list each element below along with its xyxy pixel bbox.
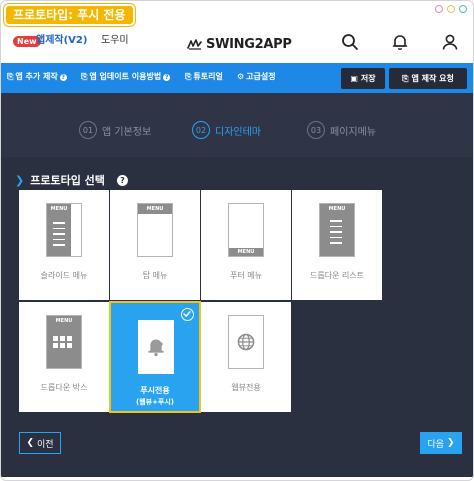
menu-tag: MENU	[138, 204, 172, 214]
window-dot-yellow[interactable]	[447, 5, 455, 13]
app-window: 프로토타입: 푸시 전용 New 앱제작(V2) 도우미 SWING2APP ⎘…	[0, 0, 474, 481]
prototype-dropdown-box[interactable]: MENU 드롭다운 박스	[19, 302, 109, 412]
webview-preview-icon	[228, 315, 264, 369]
prototype-footer-menu[interactable]: MENU 푸터 메뉴	[201, 190, 291, 300]
section-title: ❯ 프로토타입 선택 ?	[15, 172, 128, 188]
check-icon	[181, 308, 194, 321]
prototype-slide-menu[interactable]: MENU 슬라이드 메뉴	[19, 190, 109, 300]
app-request-button-label: 앱 제작 요청	[411, 74, 454, 83]
window-dot-teal[interactable]	[459, 5, 467, 13]
step-number: 03	[307, 121, 325, 139]
top-menu-preview-icon: MENU	[137, 203, 173, 257]
step-page-menu[interactable]: 03 페이지메뉴	[307, 121, 376, 139]
window-dot-pink[interactable]	[435, 5, 443, 13]
logo-mark-icon	[187, 39, 202, 50]
step-label: 앱 기본정보	[102, 126, 152, 138]
steps-indicator: 01 앱 기본정보 02 디자인테마 03 페이지메뉴	[1, 93, 473, 157]
nav-app-make[interactable]: 앱제작(V2)	[36, 35, 87, 47]
dropdown-list-preview-icon: MENU	[319, 203, 355, 257]
chevron-left-icon: ❮	[26, 438, 34, 448]
grid-icon	[53, 336, 72, 348]
toolbar-update-guide-label: 앱 업데이트 이용방법	[89, 72, 162, 81]
prototype-label: 푸터 메뉴	[230, 271, 262, 280]
top-nav: New 앱제작(V2) 도우미 SWING2APP	[1, 27, 473, 63]
window-title: 프로토타입: 푸시 전용	[4, 4, 135, 26]
link-icon: ⎘	[7, 72, 14, 81]
push-preview-icon	[138, 320, 174, 374]
request-icon: ⎘	[402, 73, 409, 83]
prototype-label: 웹뷰전용	[231, 383, 261, 392]
gear-icon: ⚙	[237, 72, 245, 81]
help-icon[interactable]: ?	[59, 73, 67, 81]
dropdown-box-preview-icon: MENU	[46, 315, 82, 369]
toolbar-update-guide[interactable]: ⎘ 앱 업데이트 이용방법 ?	[81, 72, 171, 82]
step-number: 01	[79, 121, 97, 139]
save-icon: ▣	[350, 74, 358, 83]
menu-tag: MENU	[47, 316, 81, 326]
prototype-push-only[interactable]: 푸시전용 (웹뷰+푸시)	[109, 301, 201, 413]
prototype-label: 드롭다운 박스	[40, 383, 88, 392]
save-button[interactable]: ▣ 저장	[341, 68, 385, 89]
prototype-label: 탑 메뉴	[142, 271, 168, 280]
prototype-label: 드롭다운 리스트	[309, 271, 365, 280]
prototype-dropdown-list[interactable]: MENU 드롭다운 리스트	[292, 190, 382, 300]
user-icon[interactable]	[441, 33, 459, 51]
window-controls	[435, 5, 467, 13]
toolbar-advanced[interactable]: ⚙ 고급설정	[237, 72, 276, 82]
next-button-label: 다음	[427, 439, 444, 450]
link-icon: ⎘	[185, 72, 192, 81]
step-label: 페이지메뉴	[330, 126, 376, 138]
dropdown-list-body	[320, 214, 354, 256]
toolbar-add-app-label: 앱 추가 제작	[15, 72, 58, 81]
dropdown-box-body	[47, 326, 81, 368]
toolbar-tutorial-label: 튜토리얼	[193, 72, 223, 81]
main-content: 01 앱 기본정보 02 디자인테마 03 페이지메뉴 ❯ 프로토타입 선택 ?…	[1, 93, 473, 477]
menu-lines-icon	[53, 222, 65, 250]
footer-menu-preview-icon: MENU	[228, 203, 264, 257]
prototype-top-menu[interactable]: MENU 탑 메뉴	[110, 190, 200, 300]
step-basic-info[interactable]: 01 앱 기본정보	[79, 121, 151, 139]
app-request-button[interactable]: ⎘ 앱 제작 요청	[389, 68, 467, 89]
toolbar-add-app[interactable]: ⎘ 앱 추가 제작 ?	[7, 72, 67, 82]
toolbar-advanced-label: 고급설정	[246, 72, 276, 81]
step-number: 02	[192, 121, 210, 139]
logo[interactable]: SWING2APP	[187, 35, 292, 53]
prev-button-label: 이전	[36, 439, 54, 450]
menu-tag: MENU	[229, 248, 263, 256]
step-label: 디자인테마	[215, 126, 261, 138]
prototype-sublabel: (웹뷰+푸시)	[135, 398, 175, 406]
help-icon[interactable]: ?	[116, 174, 128, 186]
prototype-label: 푸시전용	[140, 386, 170, 395]
logo-text: SWING2APP	[206, 36, 292, 52]
slide-menu-preview-icon: MENU	[46, 203, 82, 257]
prev-button[interactable]: ❮ 이전	[19, 432, 61, 454]
globe-icon	[237, 333, 255, 351]
menu-lines-icon	[330, 220, 342, 248]
help-icon[interactable]: ?	[163, 73, 171, 81]
chevron-right-icon: ❯	[15, 173, 25, 187]
section-title-text: 프로토타입 선택	[30, 174, 105, 187]
menu-tag: MENU	[320, 204, 354, 214]
nav-help[interactable]: 도우미	[101, 35, 129, 47]
chevron-right-icon: ❯	[447, 438, 455, 448]
link-icon: ⎘	[81, 72, 88, 81]
next-button[interactable]: 다음 ❯	[420, 432, 462, 454]
bell-icon[interactable]	[391, 33, 409, 51]
search-icon[interactable]	[341, 33, 359, 51]
prototype-label: 슬라이드 메뉴	[40, 271, 88, 280]
save-button-label: 저장	[360, 74, 376, 83]
step-design-theme[interactable]: 02 디자인테마	[192, 121, 261, 139]
toolbar: ⎘ 앱 추가 제작 ? ⎘ 앱 업데이트 이용방법 ? ⎘ 튜토리얼 ⚙ 고급설…	[1, 63, 473, 93]
prototype-webview-only[interactable]: 웹뷰전용	[201, 302, 291, 412]
bell-icon	[148, 339, 164, 357]
toolbar-tutorial[interactable]: ⎘ 튜토리얼	[185, 72, 223, 82]
